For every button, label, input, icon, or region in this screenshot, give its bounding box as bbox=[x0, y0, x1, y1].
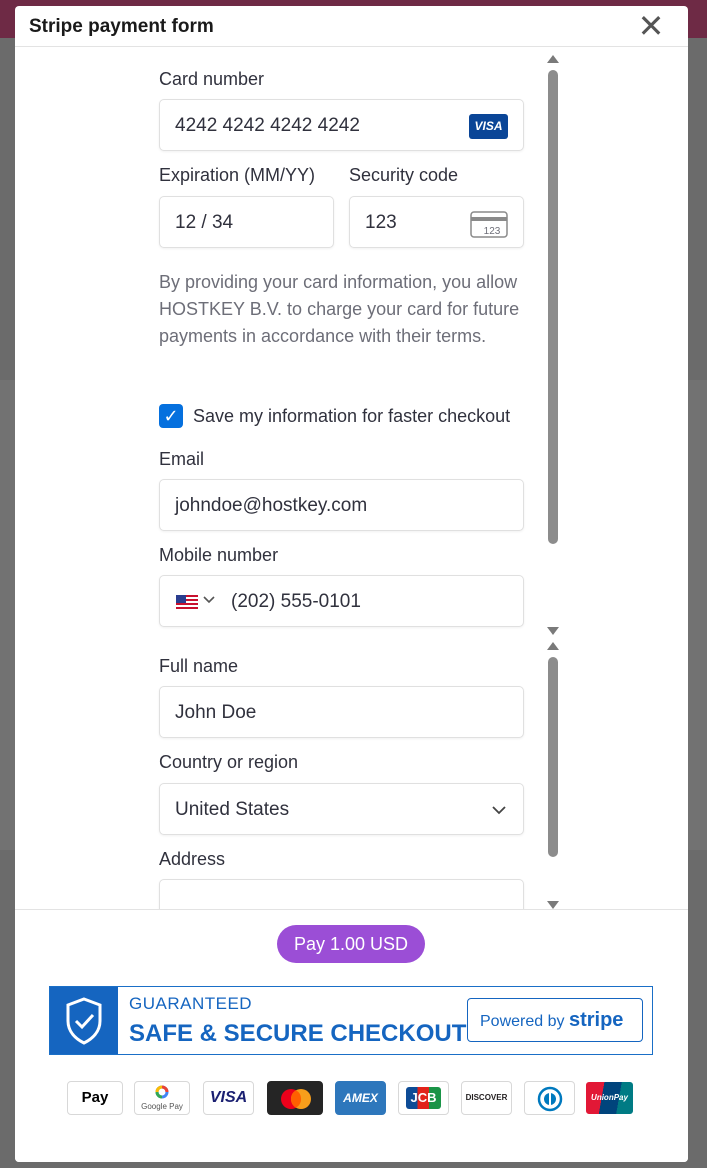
scroll-up-arrow[interactable] bbox=[547, 55, 559, 63]
full-name-input[interactable]: John Doe bbox=[159, 686, 524, 738]
full-name-label: Full name bbox=[159, 656, 239, 676]
country-label: Country or region bbox=[159, 752, 299, 772]
safe-secure-checkout-text: SAFE & SECURE CHECKOUT bbox=[129, 1020, 467, 1047]
email-value: johndoe@hostkey.com bbox=[175, 495, 368, 516]
scroll-up-arrow[interactable] bbox=[547, 642, 559, 650]
modal-header: Stripe payment form ✕ bbox=[15, 6, 688, 47]
mobile-value: (202) 555-0101 bbox=[231, 591, 361, 612]
modal-footer: Pay 1.00 USD GUARANTEED SAFE & SECURE CH… bbox=[15, 909, 688, 1162]
email-input[interactable]: johndoe@hostkey.com bbox=[159, 479, 524, 531]
country-value: United States bbox=[175, 799, 290, 820]
visa-icon: VISA bbox=[469, 114, 508, 139]
expiration-label: Expiration (MM/YY) bbox=[159, 165, 316, 185]
save-info-checkbox[interactable]: ✓ bbox=[159, 404, 183, 428]
shield-check-icon bbox=[50, 987, 118, 1054]
consent-text: By providing your card information, you … bbox=[159, 272, 520, 346]
country-select[interactable]: United States bbox=[159, 783, 524, 835]
discover-icon: DISCOVER bbox=[461, 1081, 512, 1115]
apple-pay-icon: Pay bbox=[67, 1081, 123, 1115]
close-button[interactable]: ✕ bbox=[634, 10, 668, 44]
stripe-logo: stripe bbox=[568, 1009, 624, 1031]
payment-form: Card number 4242 4242 4242 4242 VISA Exp… bbox=[15, 47, 688, 909]
svg-text:123: 123 bbox=[484, 226, 501, 237]
diners-club-icon bbox=[524, 1081, 575, 1115]
pay-button[interactable]: Pay 1.00 USD bbox=[277, 925, 425, 963]
card-number-input[interactable]: 4242 4242 4242 4242 VISA bbox=[159, 99, 524, 151]
card-number-label: Card number bbox=[159, 69, 265, 89]
full-name-value: John Doe bbox=[175, 702, 257, 723]
security-code-value: 123 bbox=[365, 212, 397, 233]
card-number-value: 4242 4242 4242 4242 bbox=[175, 115, 360, 136]
chevron-down-icon[interactable] bbox=[202, 592, 216, 606]
payment-methods: Pay Google Pay VISA AMEX JCB DISCOVER Un… bbox=[67, 1081, 637, 1117]
us-flag-icon[interactable] bbox=[176, 595, 198, 610]
mobile-input[interactable]: (202) 555-0101 bbox=[159, 575, 524, 627]
powered-by-text: Powered by bbox=[480, 1013, 565, 1030]
mobile-label: Mobile number bbox=[159, 545, 279, 565]
jcb-icon: JCB bbox=[398, 1081, 449, 1115]
address-label: Address bbox=[159, 849, 226, 869]
scroll-down-arrow[interactable] bbox=[547, 627, 559, 635]
mastercard-icon bbox=[267, 1081, 323, 1115]
secure-checkout-banner: GUARANTEED SAFE & SECURE CHECKOUT Powere… bbox=[49, 986, 653, 1055]
unionpay-icon: UnionPay bbox=[585, 1081, 634, 1115]
scroll-down-arrow[interactable] bbox=[547, 901, 559, 909]
expiration-value: 12 / 34 bbox=[175, 212, 234, 233]
address-input[interactable] bbox=[159, 879, 524, 909]
security-code-input[interactable]: 123 123 bbox=[349, 196, 524, 248]
modal-title: Stripe payment form bbox=[29, 16, 214, 37]
chevron-down-icon bbox=[492, 806, 506, 815]
google-pay-icon: Google Pay bbox=[134, 1081, 190, 1115]
cvc-card-icon: 123 bbox=[470, 211, 508, 238]
amex-icon: AMEX bbox=[335, 1081, 386, 1115]
expiration-input[interactable]: 12 / 34 bbox=[159, 196, 334, 248]
guaranteed-text: GUARANTEED bbox=[129, 994, 253, 1013]
powered-by-stripe-badge: Powered by stripe bbox=[467, 998, 643, 1042]
email-label: Email bbox=[159, 449, 205, 469]
visa-card-icon: VISA bbox=[203, 1081, 254, 1115]
scrollbar-thumb-lower[interactable] bbox=[548, 657, 558, 857]
security-code-label: Security code bbox=[349, 165, 459, 185]
save-info-label: Save my information for faster checkout bbox=[193, 406, 511, 426]
payment-modal: Stripe payment form ✕ Card number 4242 4… bbox=[15, 6, 688, 1162]
scrollbar-thumb-upper[interactable] bbox=[548, 70, 558, 544]
